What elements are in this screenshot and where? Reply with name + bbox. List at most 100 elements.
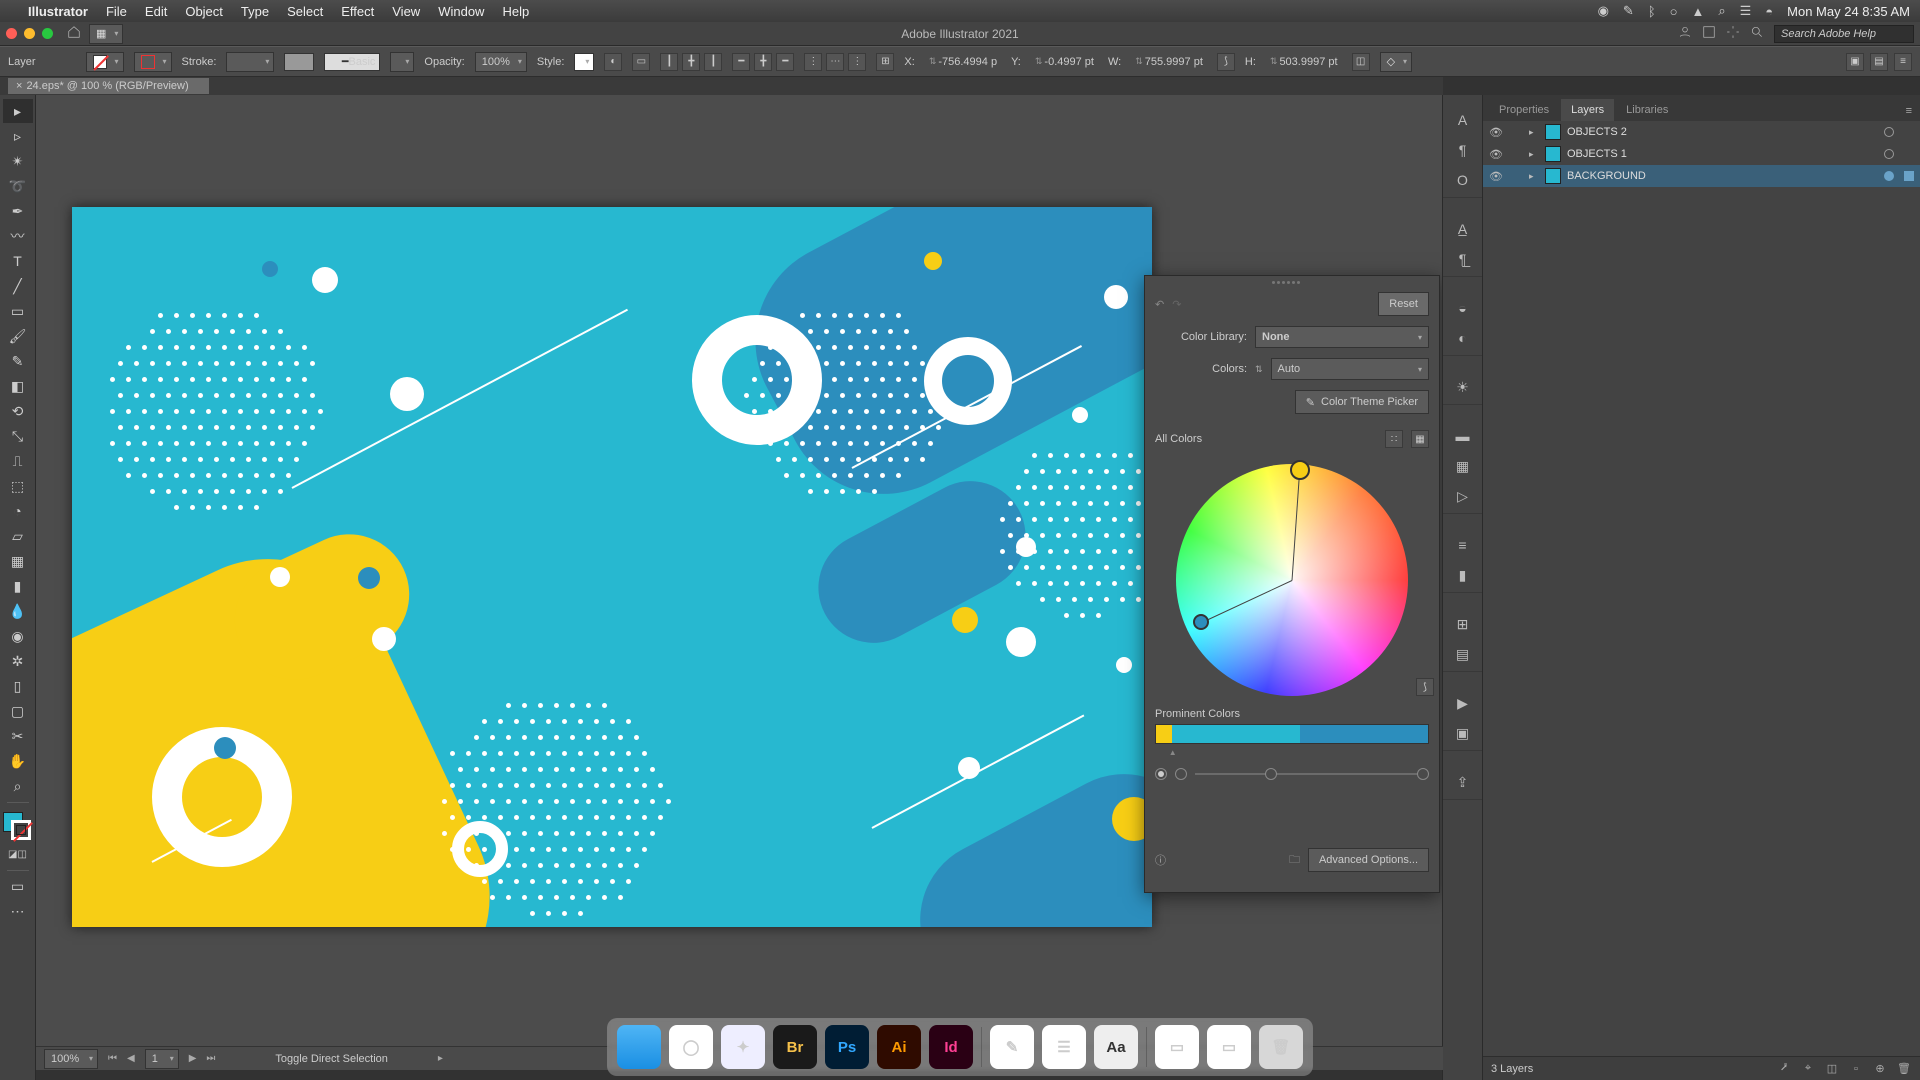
symbols-panel-icon[interactable]: ☀ — [1452, 376, 1474, 398]
align-right-icon[interactable]: ┃ — [704, 53, 722, 71]
save-group-icon[interactable]: 🗀 — [1289, 851, 1300, 870]
visibility-icon[interactable]: 👁 — [1489, 126, 1503, 139]
dock-finder-icon[interactable] — [617, 1025, 661, 1069]
layer-expand-icon[interactable]: ▸ — [1529, 127, 1539, 138]
gradient-tool-icon[interactable]: ▮ — [3, 574, 33, 598]
layer-row[interactable]: 👁 ▸ BACKGROUND — [1483, 165, 1920, 187]
layer-row[interactable]: 👁 ▸ OBJECTS 2 — [1483, 121, 1920, 143]
panel-grip-icon[interactable] — [1272, 281, 1312, 285]
layer-expand-icon[interactable]: ▸ — [1529, 149, 1539, 160]
selection-tool-icon[interactable]: ▸ — [3, 99, 33, 123]
battery-icon[interactable]: ▲ — [1691, 4, 1704, 19]
menu-edit[interactable]: Edit — [145, 4, 167, 19]
menu-clock[interactable]: Mon May 24 8:35 AM — [1787, 4, 1910, 19]
saturation-radio[interactable] — [1155, 768, 1167, 780]
locate-object-icon[interactable]: ⌖ — [1800, 1061, 1816, 1077]
corner-dropdown[interactable]: ◇ — [1380, 52, 1412, 72]
align-panel-icon[interactable]: ▤ — [1452, 643, 1474, 665]
tab-layers[interactable]: Layers — [1561, 99, 1614, 121]
siri-icon[interactable]: ◓ — [1765, 4, 1773, 19]
char-styles-panel-icon[interactable]: A̲ — [1452, 218, 1474, 240]
bluetooth-icon[interactable]: ᛒ — [1648, 4, 1656, 19]
opentype-panel-icon[interactable]: O — [1452, 169, 1474, 191]
edit-contents-icon[interactable]: ▤ — [1870, 53, 1888, 71]
undo-icon[interactable]: ↶ — [1155, 298, 1164, 311]
width-input[interactable]: 755.9997 pt — [1131, 52, 1207, 72]
stroke-color-dropdown[interactable] — [134, 52, 172, 72]
menu-select[interactable]: Select — [287, 4, 323, 19]
color-library-dropdown[interactable]: None — [1255, 326, 1429, 348]
home-icon[interactable] — [67, 25, 81, 42]
line-tool-icon[interactable]: ╱ — [3, 274, 33, 298]
zoom-level-dropdown[interactable]: 100% — [44, 1049, 98, 1069]
gradient-panel-icon[interactable]: ▮ — [1452, 564, 1474, 586]
artboard[interactable] — [72, 207, 1152, 927]
mesh-tool-icon[interactable]: ▦ — [3, 549, 33, 573]
export-layer-icon[interactable]: ⭷ — [1776, 1061, 1792, 1077]
dock-bridge-icon[interactable]: Br — [773, 1025, 817, 1069]
artboard-prev-icon[interactable]: ◀ — [127, 1053, 135, 1064]
transform-panel-icon[interactable]: ⊞ — [1452, 613, 1474, 635]
visibility-icon[interactable]: 👁 — [1489, 170, 1503, 183]
opacity-input[interactable]: 100% — [475, 52, 527, 72]
dock-textedit-icon[interactable]: ✎ — [990, 1025, 1034, 1069]
curvature-tool-icon[interactable]: 〰 — [3, 224, 33, 248]
new-layer-icon[interactable]: ⊕ — [1872, 1061, 1888, 1077]
paintbrush-tool-icon[interactable]: 🖌 — [3, 324, 33, 348]
appearance-panel-icon[interactable]: ◒ — [1452, 297, 1474, 319]
pen-tool-icon[interactable]: ✒ — [3, 199, 33, 223]
adjust-slider[interactable] — [1195, 773, 1429, 775]
menu-help[interactable]: Help — [502, 4, 529, 19]
links-panel-icon[interactable]: ▷ — [1452, 485, 1474, 507]
coord-y-input[interactable]: -0.4997 pt — [1031, 52, 1098, 72]
tablet-icon[interactable]: ✎ — [1623, 3, 1634, 19]
type-tool-icon[interactable]: T — [3, 249, 33, 273]
advanced-options-button[interactable]: Advanced Options... — [1308, 848, 1429, 872]
arrange-documents-icon[interactable] — [1702, 25, 1716, 42]
rotate-tool-icon[interactable]: ⟲ — [3, 399, 33, 423]
para-styles-panel-icon[interactable]: ¶̲ — [1452, 248, 1474, 270]
reset-button[interactable]: Reset — [1378, 292, 1429, 316]
prominent-color-segment[interactable] — [1156, 725, 1172, 743]
align-to-icon[interactable]: ▭ — [632, 53, 650, 71]
new-sublayer-icon[interactable]: ▫ — [1848, 1061, 1864, 1077]
blend-tool-icon[interactable]: ◉ — [3, 624, 33, 648]
brush-dropdown-arrow[interactable] — [390, 52, 414, 72]
variable-width-dropdown[interactable] — [284, 53, 314, 71]
align-vcenter-icon[interactable]: ╋ — [754, 53, 772, 71]
eraser-tool-icon[interactable]: ◧ — [3, 374, 33, 398]
wifi-icon[interactable]: ○ — [1670, 4, 1678, 19]
color-mode-row[interactable]: ◪◫ — [3, 842, 33, 866]
rectangle-tool-icon[interactable]: ▭ — [3, 299, 33, 323]
prominent-color-segment[interactable] — [1172, 725, 1300, 743]
visibility-icon[interactable]: 👁 — [1489, 148, 1503, 161]
magic-wand-tool-icon[interactable]: ✴ — [3, 149, 33, 173]
menu-type[interactable]: Type — [241, 4, 269, 19]
colors-count-dropdown[interactable]: Auto — [1271, 358, 1429, 380]
target-icon[interactable] — [1884, 127, 1894, 137]
artboard-tool-icon[interactable]: ▢ — [3, 699, 33, 723]
isolate-icon[interactable]: ▣ — [1846, 53, 1864, 71]
panel-menu-icon[interactable]: ≡ — [1898, 101, 1920, 121]
eyedropper-tool-icon[interactable]: 💧 — [3, 599, 33, 623]
link-harmony-icon[interactable]: ⟆ — [1416, 678, 1434, 696]
artboards-panel-icon[interactable]: ▣ — [1452, 722, 1474, 744]
dock-photoshop-icon[interactable]: Ps — [825, 1025, 869, 1069]
graphic-styles-panel-icon[interactable]: ◐ — [1452, 327, 1474, 349]
workspace-switcher[interactable]: ▦ — [89, 24, 123, 44]
layer-expand-icon[interactable]: ▸ — [1529, 171, 1539, 182]
window-close[interactable] — [6, 28, 17, 39]
screen-mode-icon[interactable]: ▭ — [3, 874, 33, 898]
fill-stroke-swatch[interactable] — [3, 812, 33, 842]
graph-tool-icon[interactable]: ▯ — [3, 674, 33, 698]
align-hcenter-icon[interactable]: ╋ — [682, 53, 700, 71]
tab-libraries[interactable]: Libraries — [1616, 99, 1678, 121]
prominent-color-segment[interactable] — [1300, 725, 1428, 743]
dock-notes-icon[interactable]: ☰ — [1042, 1025, 1086, 1069]
graphic-style-dropdown[interactable] — [574, 53, 594, 71]
stroke-weight-input[interactable] — [226, 52, 274, 72]
fill-color-dropdown[interactable] — [86, 52, 124, 72]
help-search-input[interactable]: Search Adobe Help — [1774, 25, 1914, 43]
distribute-h-icon[interactable]: ⋮ — [804, 53, 822, 71]
scale-tool-icon[interactable]: ⤡ — [3, 424, 33, 448]
